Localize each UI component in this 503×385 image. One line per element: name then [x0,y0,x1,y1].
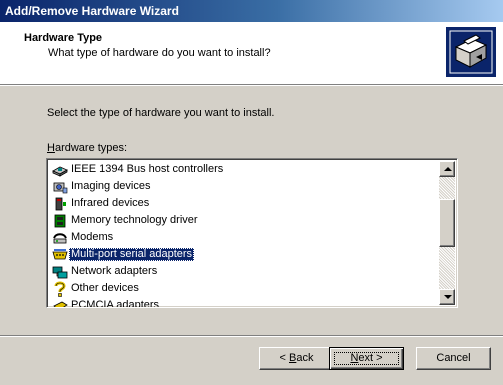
list-item[interactable]: IEEE 1394 Bus host controllers [49,161,439,178]
back-button[interactable]: < Back [259,347,334,370]
list-item[interactable]: Network adapters [49,263,439,280]
label-accelerator: H [47,142,55,154]
list-item[interactable]: Imaging devices [49,178,439,195]
list-item-label: Modems [71,231,114,243]
list-item-selected[interactable]: Multi-port serial adapters [49,246,439,263]
next-button[interactable]: Next > [329,347,404,370]
window-title: Add/Remove Hardware Wizard [5,4,179,18]
list-item[interactable]: Other devices [49,280,439,297]
list-item-label: PCMCIA adapters [71,299,160,308]
list-item[interactable]: Infrared devices [49,195,439,212]
list-items: IEEE 1394 Bus host controllers Imaging d… [49,161,439,308]
list-item-label: Other devices [71,282,139,294]
title-bar[interactable]: Add/Remove Hardware Wizard [0,0,503,22]
camera-icon [52,179,68,195]
infrared-icon [52,196,68,212]
vertical-scrollbar[interactable] [439,161,455,305]
question-mark-icon [52,281,68,297]
list-item[interactable]: Modems [49,229,439,246]
arrow-down-icon [444,295,452,299]
list-item-label: Infrared devices [71,197,150,209]
serial-adapter-icon [52,247,68,263]
footer-divider [0,335,503,337]
list-item-label: Imaging devices [71,180,151,192]
hardware-types-label: Hardware types: [47,142,127,154]
wizard-window: Add/Remove Hardware Wizard Hardware Type… [0,0,503,385]
label-rest: ardware types: [54,142,128,154]
network-adapter-icon [52,264,68,280]
list-item-label: Multi-port serial adapters [69,248,195,261]
bus-controller-icon [52,162,68,178]
header-subtitle: What type of hardware do you want to ins… [48,47,271,59]
memory-icon [52,213,68,229]
list-item[interactable]: PCMCIA adapters [49,297,439,308]
wizard-header: Hardware Type What type of hardware do y… [0,22,503,84]
back-prefix: < [279,352,289,364]
hardware-types-list[interactable]: IEEE 1394 Bus host controllers Imaging d… [46,158,458,308]
arrow-up-icon [444,167,452,171]
list-item-label: Memory technology driver [71,214,198,226]
header-title: Hardware Type [24,32,103,44]
instruction-text: Select the type of hardware you want to … [47,107,275,119]
pcmcia-icon [52,298,68,307]
list-item[interactable]: Memory technology driver [49,212,439,229]
list-item-label: Network adapters [71,265,158,277]
list-item-label: IEEE 1394 Bus host controllers [71,163,224,175]
cancel-button[interactable]: Cancel [416,347,491,370]
focus-rect [334,352,399,365]
cancel-label: Cancel [436,352,471,364]
scroll-up-button[interactable] [439,161,455,177]
scroll-down-button[interactable] [439,289,455,305]
back-rest: ack [296,352,314,364]
header-divider [0,84,503,86]
hardware-wizard-icon [446,27,496,77]
scroll-thumb[interactable] [439,199,455,247]
modem-icon [52,230,68,246]
